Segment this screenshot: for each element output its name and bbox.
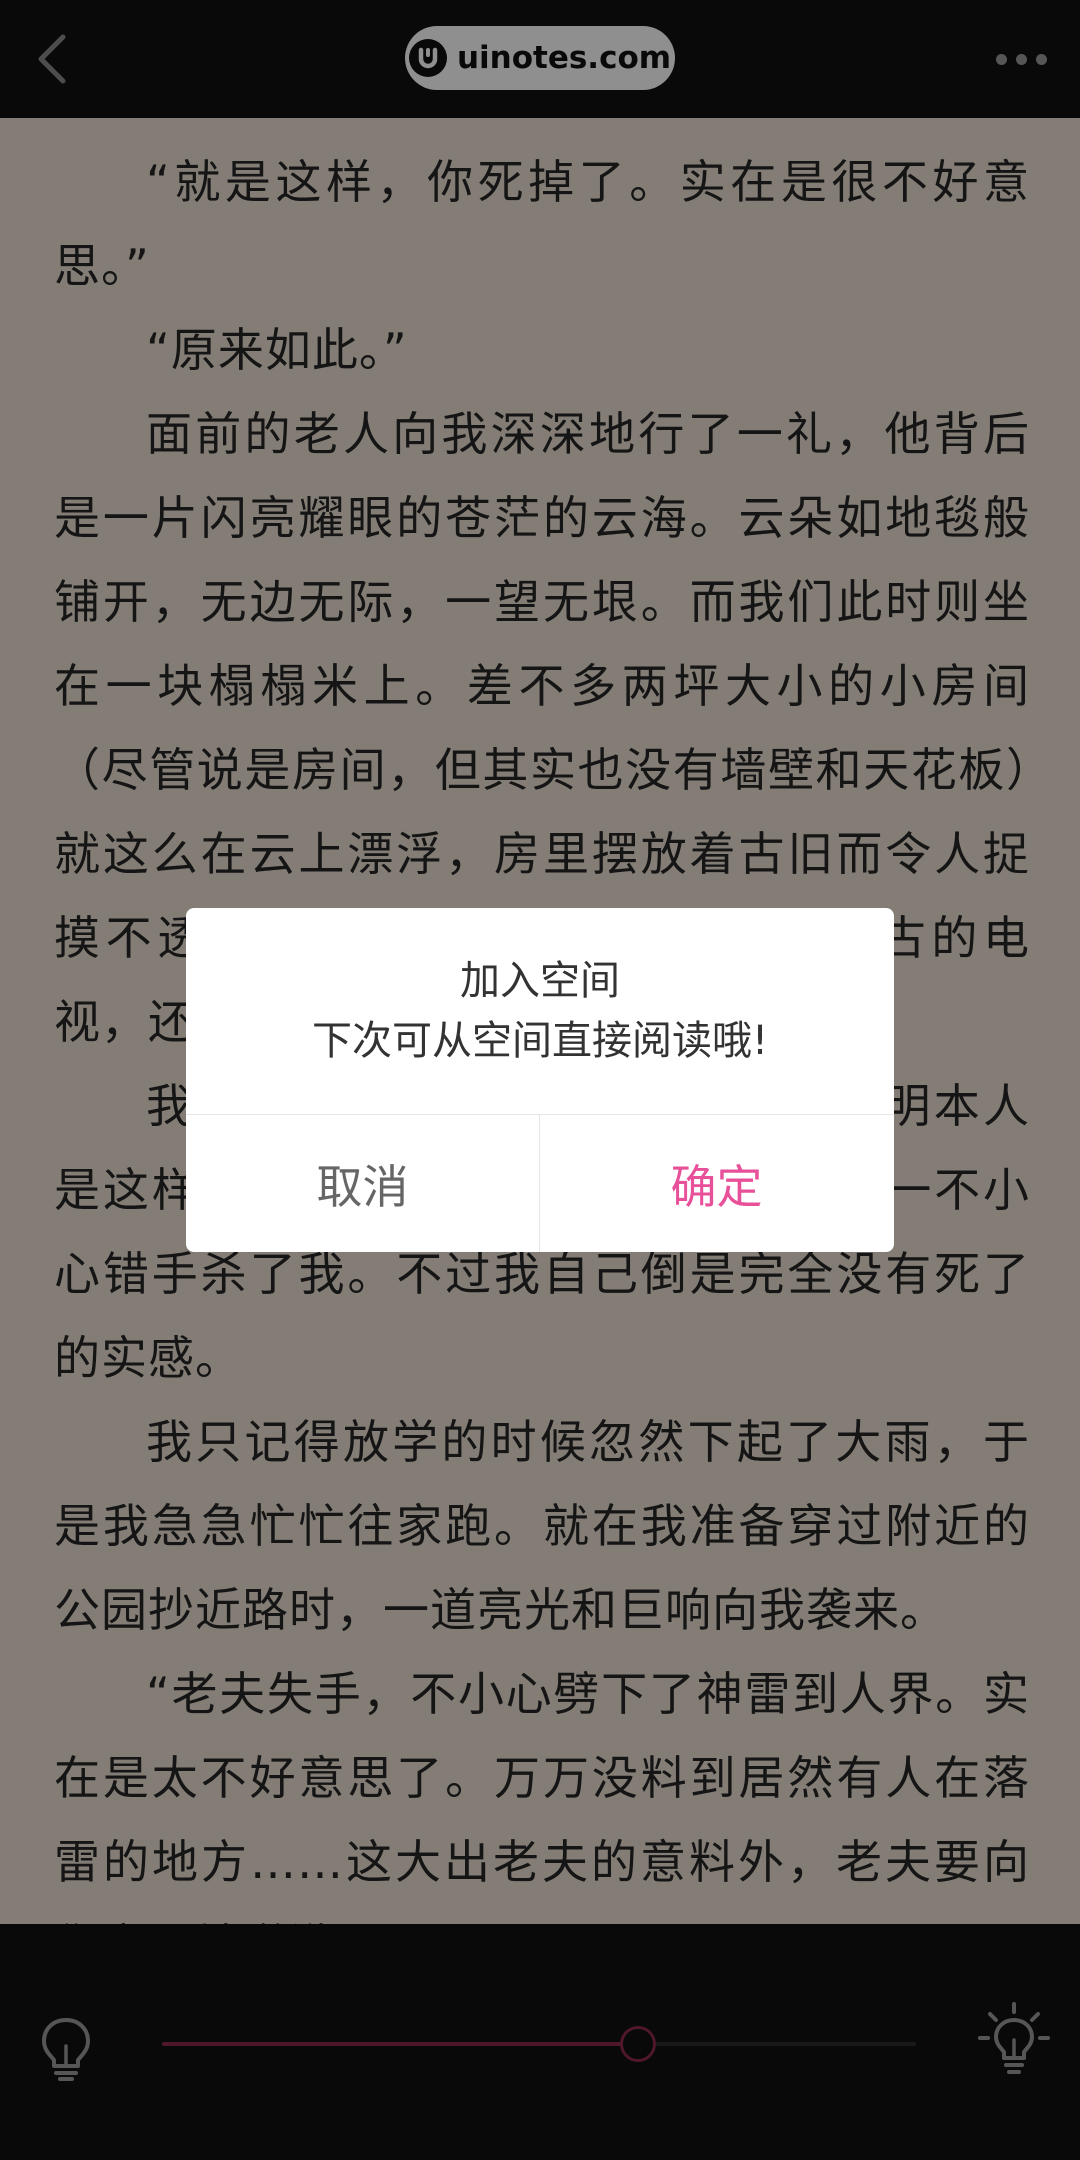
reader-screen: “就是这样，你死掉了。实在是很不好意思。” “原来如此。” 面前的老人向我深深地… [0,0,1080,2160]
confirm-button[interactable]: 确定 [540,1115,893,1252]
dialog-message: 加入空间 下次可从空间直接阅读哦! [186,908,894,1114]
add-to-space-dialog: 加入空间 下次可从空间直接阅读哦! 取消 确定 [186,908,894,1252]
dialog-title: 加入空间 [460,958,620,1004]
cancel-button[interactable]: 取消 [186,1115,539,1252]
dialog-body: 下次可从空间直接阅读哦! [311,1018,769,1064]
